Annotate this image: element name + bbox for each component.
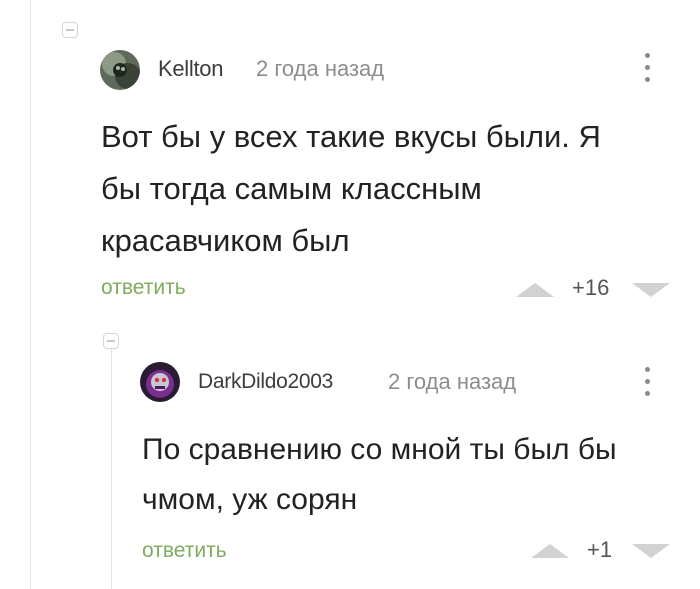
thread-line-root: [30, 0, 31, 589]
reply-button[interactable]: ответить: [101, 276, 186, 300]
avatar[interactable]: [140, 362, 180, 402]
comment-author[interactable]: Kellton: [158, 56, 223, 82]
collapse-thread-button[interactable]: [62, 22, 78, 38]
comment-rating: +1: [587, 537, 613, 562]
collapse-reply-thread-button[interactable]: [103, 333, 119, 349]
upvote-icon[interactable]: [516, 283, 554, 297]
comment-timestamp: 2 года назад: [388, 369, 517, 394]
comment-text: Вот бы у всех такие вкусы были. Я бы тог…: [101, 111, 601, 267]
avatar[interactable]: [100, 50, 140, 90]
upvote-icon[interactable]: [531, 544, 569, 558]
comment-text-line: красавчиком был: [101, 223, 350, 258]
comment-text-line: По сравнению со мной ты был бы: [142, 433, 617, 466]
comment-rating: +16: [572, 275, 610, 300]
comment-text: По сравнению со мной ты был бы чмом, уж …: [142, 425, 617, 525]
comment-text-line: чмом, уж сорян: [142, 483, 358, 516]
more-options-icon[interactable]: [642, 367, 652, 397]
downvote-icon[interactable]: [632, 544, 670, 558]
comment-timestamp: 2 года назад: [256, 56, 385, 81]
reply-button[interactable]: ответить: [142, 539, 227, 563]
comment-text-line: бы тогда самым классным: [101, 171, 482, 206]
more-options-icon[interactable]: [642, 53, 652, 83]
comment-text-line: Вот бы у всех такие вкусы были. Я: [101, 119, 601, 154]
downvote-icon[interactable]: [632, 283, 670, 297]
thread-line-reply: [111, 345, 112, 589]
comment-author[interactable]: DarkDildo2003: [198, 370, 333, 394]
